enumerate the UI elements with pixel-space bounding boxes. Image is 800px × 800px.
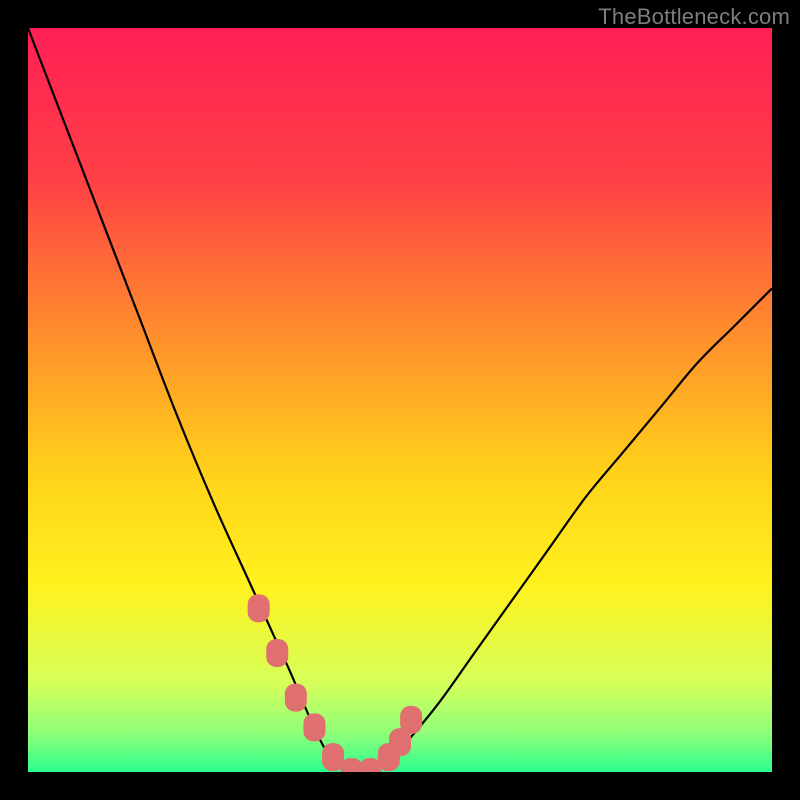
highlight-marker [303,713,325,741]
highlight-marker [400,706,422,734]
attribution-text: TheBottleneck.com [598,4,790,30]
highlight-marker [248,594,270,622]
bottleneck-curve-chart [28,28,772,772]
gradient-background [28,28,772,772]
highlight-marker [266,639,288,667]
chart-area [28,28,772,772]
highlight-marker [285,684,307,712]
